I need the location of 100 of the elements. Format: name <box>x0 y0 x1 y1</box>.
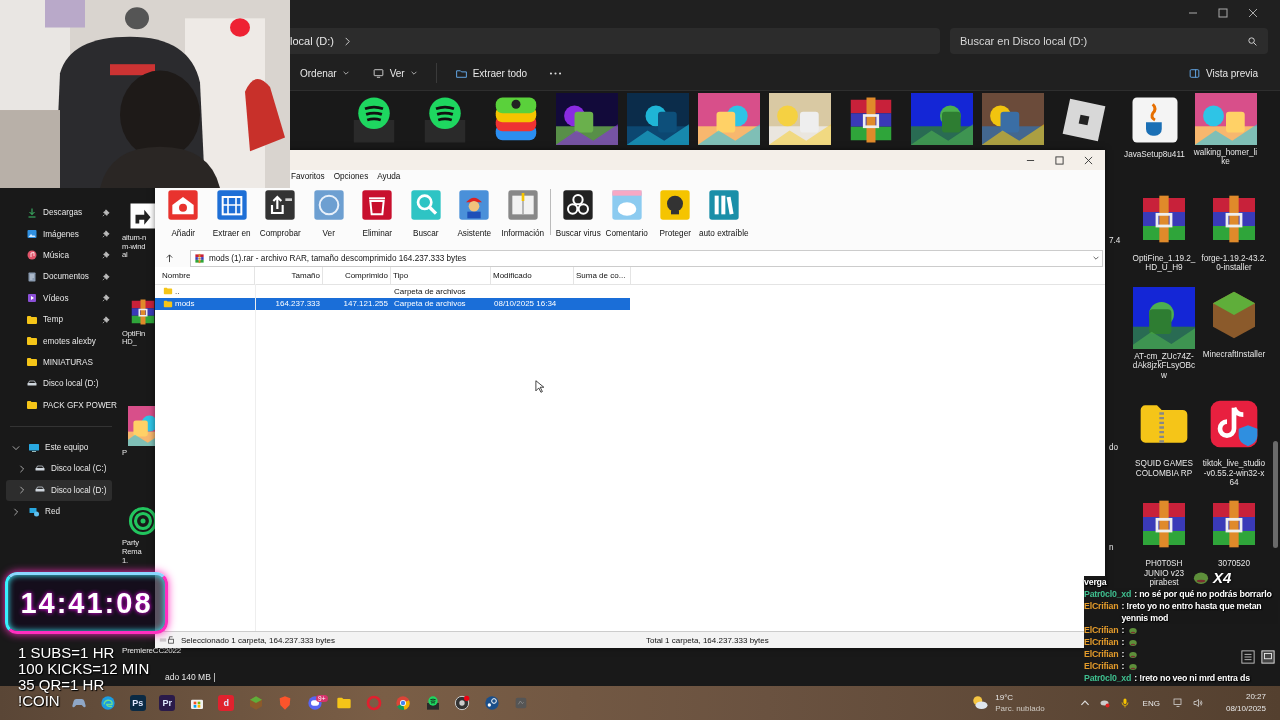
sidebar-item[interactable]: Música <box>0 244 118 267</box>
maximize-icon[interactable] <box>1055 155 1064 165</box>
up-arrow-icon[interactable] <box>165 253 174 263</box>
cloud-moon-icon[interactable] <box>971 694 990 712</box>
sidebar-item[interactable]: Temp <box>0 308 118 331</box>
caret-icon[interactable] <box>1092 254 1100 262</box>
column-header[interactable]: Comprimido <box>323 267 391 284</box>
sidebar-item[interactable]: PACK GFX POWER <box>0 394 118 416</box>
network-icon[interactable] <box>1171 697 1184 709</box>
file-name[interactable]: 7.4 <box>1109 235 1121 245</box>
chat-username[interactable]: Patr0cl0_xd <box>1084 588 1132 600</box>
sidebar-item[interactable]: Imágenes <box>0 223 118 245</box>
scrollbar[interactable] <box>1273 441 1278 548</box>
toolbar-button[interactable]: Añadir <box>159 189 208 238</box>
tree-item[interactable]: Disco local (C:) <box>0 458 118 480</box>
file-name[interactable]: 3070520 <box>1218 559 1250 569</box>
chevron-icon[interactable] <box>18 465 26 473</box>
column-header[interactable]: Modificado <box>491 267 574 284</box>
file-name[interactable]: OptiFine_1.19.2_ HD_U_H9 <box>1132 253 1196 273</box>
file-row[interactable]: mods 164.237.333 147.121.255 Carpeta de archivos 08/10/2025 16:34 <box>155 297 630 310</box>
microphone-icon[interactable] <box>1118 697 1131 709</box>
taskbar-button[interactable]: Ps <box>123 693 153 713</box>
network-icon <box>28 505 40 518</box>
speaker-icon[interactable] <box>1191 697 1204 709</box>
taskbar-button[interactable]: Pr <box>152 693 182 713</box>
chat-username[interactable]: ElCrifian <box>1084 624 1119 636</box>
toolbar-button[interactable]: Asistente <box>450 189 499 238</box>
file-row[interactable]: .. Carpeta de archivos <box>155 285 630 298</box>
toolbar-button[interactable]: Eliminar <box>353 189 402 238</box>
window-icon[interactable] <box>1261 650 1275 664</box>
folder-icon <box>163 298 173 309</box>
menu-item[interactable]: Ayuda <box>377 172 401 181</box>
command-button[interactable]: Extraer todo <box>450 64 532 82</box>
toolbar-button[interactable]: Comprobar <box>256 189 305 238</box>
more-icon[interactable] <box>549 70 563 76</box>
column-header[interactable]: Tipo <box>391 267 491 284</box>
toolbar-button[interactable]: Buscar <box>401 189 450 238</box>
close-icon[interactable] <box>1248 8 1258 18</box>
menu-item[interactable]: Opciones <box>333 172 369 181</box>
sidebar-item[interactable]: Disco local (D:) <box>0 373 118 395</box>
sidebar-item[interactable]: Vídeos <box>0 287 118 309</box>
column-header[interactable]: Suma de co... <box>574 267 631 284</box>
toolbar-button[interactable]: Información <box>498 189 547 238</box>
chat-username[interactable]: ElCrifian <box>1084 600 1119 612</box>
column-header[interactable]: Nombre <box>160 267 255 284</box>
toolbar-button[interactable]: Proteger <box>651 189 700 238</box>
column-header[interactable]: Tamaño <box>255 267 323 284</box>
clock-time[interactable]: 20:27 <box>1245 691 1266 703</box>
target-icon[interactable] <box>128 506 158 537</box>
clock-date[interactable]: 08/10/2025 <box>1225 703 1266 715</box>
chat-message: : <box>1121 624 1125 636</box>
sidebar-item[interactable]: MINIATURAS <box>0 351 118 374</box>
chat-username[interactable]: ElCrifian <box>1084 636 1119 648</box>
menu-item[interactable]: Favoritos <box>291 172 325 181</box>
chevron-icon[interactable] <box>12 507 20 516</box>
sidebar-item[interactable]: Documentos <box>0 266 118 288</box>
file-name[interactable]: PremiereCC2022 <box>122 646 181 656</box>
file-name[interactable]: AT-cm_ZUc74Z- dAk8jzkFLsyOBc w <box>1132 351 1196 380</box>
file-name[interactable]: PH0T0SH JUNIO v23 pirabest <box>1143 559 1184 588</box>
chevron-icon[interactable] <box>18 486 26 495</box>
chat-username[interactable]: ElCrifian <box>1084 648 1119 660</box>
maximize-icon[interactable] <box>1218 8 1228 18</box>
sidebar-item[interactable]: emotes alexby <box>0 330 118 352</box>
circle-logo-icon <box>395 695 412 711</box>
command-button[interactable]: Ordenar <box>296 65 354 81</box>
swirl-icon <box>100 695 117 711</box>
close-icon[interactable] <box>1084 155 1093 165</box>
search-field[interactable]: Buscar en Disco local (D:) <box>950 28 1268 54</box>
taskbar-button[interactable]: d <box>211 693 241 713</box>
file-name[interactable]: forge-1.19.2-43.2. 0-installer <box>1201 253 1267 273</box>
tree-item[interactable]: Disco local (D:) <box>6 479 112 502</box>
file-name[interactable]: MinecraftInstaller <box>1202 349 1266 360</box>
toolbar-button[interactable]: Extraer en <box>207 189 256 238</box>
file-name[interactable]: n <box>1109 543 1114 553</box>
list-icon[interactable] <box>1241 650 1255 664</box>
sidebar-item[interactable]: Descargas <box>0 202 118 224</box>
search-icon <box>1247 36 1258 47</box>
toolbar-button[interactable]: Buscar virus <box>554 189 603 238</box>
command-button[interactable]: Ver <box>367 64 422 82</box>
chat-username[interactable]: ElCrifian <box>1084 660 1119 672</box>
chat-message: : <box>1121 636 1125 648</box>
preview-button[interactable]: Vista previa <box>1183 64 1262 82</box>
cursor-icon <box>535 380 544 393</box>
toolbar-button[interactable]: Ver <box>304 189 353 238</box>
chevron-icon[interactable] <box>12 443 20 452</box>
file-name[interactable]: walking_homer_li ke <box>1193 148 1258 167</box>
tree-item[interactable]: Red <box>0 501 118 523</box>
language-indicator[interactable]: ENG <box>1142 698 1160 708</box>
tree-item[interactable]: Este equipo <box>0 436 118 459</box>
path-field[interactable]: mods (1).rar - archivo RAR, tamaño descomprimido 164.237.333 bytes <box>190 249 1103 267</box>
file-name[interactable]: JavaSetup8u411 <box>1124 150 1185 160</box>
chat-username[interactable]: Patr0cl0_xd <box>1084 672 1132 684</box>
toolbar-button[interactable]: Comentario <box>602 189 651 238</box>
toolbar-button[interactable]: auto extraíble <box>699 189 748 238</box>
address-bar[interactable]: local (D:) <box>290 28 940 54</box>
record-icon <box>454 695 471 711</box>
file-name[interactable]: tiktok_live_studio -v0.55.2-win32-x 64 <box>1202 459 1266 488</box>
file-name[interactable]: do <box>1109 443 1119 453</box>
overlay-text: 100 KICKS=12 MIN <box>18 661 150 677</box>
file-name[interactable]: SQUID GAMES COLOMBIA RP <box>1135 459 1193 479</box>
